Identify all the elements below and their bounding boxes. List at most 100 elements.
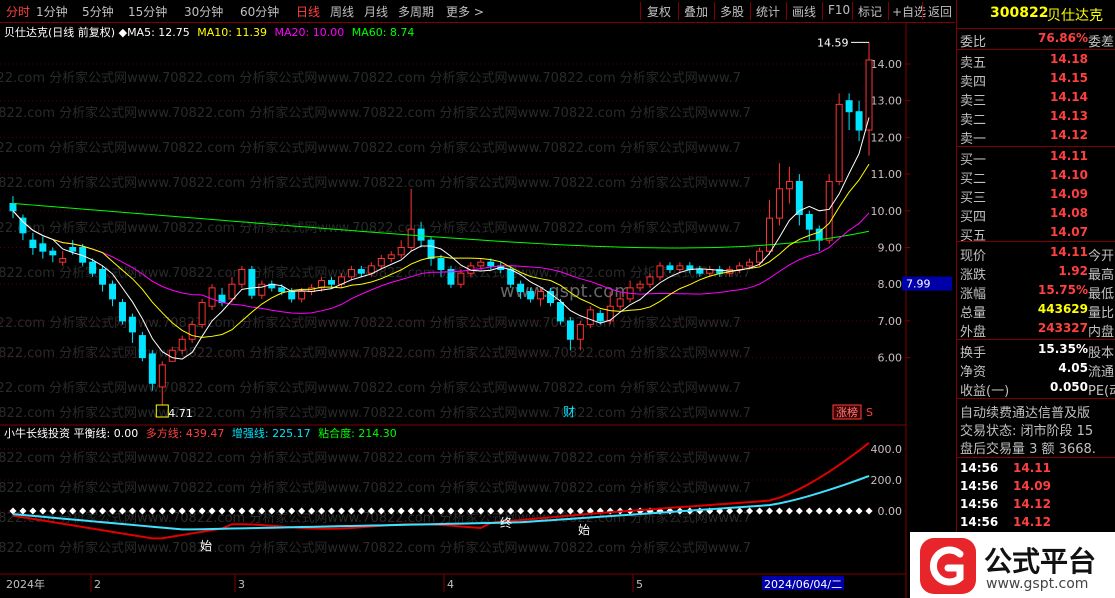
period-tab-daily[interactable]: 日线 — [296, 3, 320, 20]
period-tab-weekly[interactable]: 周线 — [330, 3, 354, 20]
indicator-name[interactable]: 小牛长线投资 — [4, 427, 70, 440]
auto-renew-text[interactable]: 自动续费通达信普及版 — [957, 401, 1115, 421]
candle-body — [457, 272, 465, 285]
period-tab-15min[interactable]: 15分钟 — [128, 3, 167, 20]
ask-2-row: 卖二 14.13 — [957, 108, 1115, 128]
stick-degree-label: 粘合度: 214.30 — [318, 427, 397, 440]
period-tab-60min[interactable]: 60分钟 — [240, 3, 279, 20]
stat-0-value: 14.11 — [1050, 245, 1088, 259]
candle-body — [109, 283, 117, 300]
bid-3-value: 14.09 — [1050, 187, 1088, 201]
candle-body — [785, 180, 793, 190]
candle-body — [238, 269, 246, 285]
bid-4-label: 买四 — [960, 210, 987, 225]
candle-body — [248, 269, 256, 296]
ask-4-value: 14.15 — [1050, 71, 1088, 85]
bid-1-label: 买一 — [960, 153, 987, 168]
quote-panel: 300822 贝仕达克 委比 76.86% 委差 卖五 14.18 卖四 14.15 卖… — [956, 0, 1115, 598]
fuquan-button[interactable]: 复权 — [647, 3, 671, 20]
tick-row: 14:56 14.09 — [957, 478, 1115, 497]
candle-body — [765, 217, 773, 252]
period-tab-fenshi[interactable]: 分时 — [6, 3, 30, 20]
period-tab-30min[interactable]: 30分钟 — [184, 3, 223, 20]
candle-body — [556, 302, 564, 322]
stat2-0-label: 换手 — [960, 346, 987, 361]
tick-time: 14:56 — [960, 461, 999, 475]
period-tab-5min[interactable]: 5分钟 — [82, 3, 114, 20]
candle-body — [178, 338, 186, 351]
candle-body — [89, 261, 97, 274]
bid-2-value: 14.10 — [1050, 168, 1088, 182]
tick-price: 14.12 — [1013, 497, 1051, 511]
candle-body — [616, 298, 624, 307]
ma10-label: MA10: 11.39 — [197, 26, 267, 39]
stat2-1-label: 净资 — [960, 365, 987, 380]
weibi-label: 委比 — [960, 35, 987, 50]
date-tick-label: 2024/06/04/二 — [764, 578, 842, 591]
mark-button[interactable]: 标记 — [858, 3, 882, 20]
candle-body — [298, 291, 306, 300]
stat-3-value: 443629 — [1037, 302, 1088, 316]
candle-body — [756, 250, 764, 263]
candle-body — [39, 243, 47, 252]
candle-body — [9, 202, 17, 212]
stat2-2-row: 收益(一) 0.050PE(动 — [957, 379, 1115, 399]
stat-0-ext-label: 今开 — [1088, 249, 1115, 264]
f10-button[interactable]: F10 — [828, 3, 850, 17]
price-tick-label: 6.00 — [878, 352, 903, 365]
stat-3-label: 总量 — [960, 306, 987, 321]
overlay-button[interactable]: 叠加 — [684, 3, 708, 20]
candle-body — [736, 265, 744, 271]
stat-1-value: 1.92 — [1058, 264, 1088, 278]
candle-body — [148, 353, 156, 384]
end-label: 终 — [500, 515, 512, 530]
candle-body — [188, 324, 196, 340]
watermark-text: 0822.com 分析家公式网www.70822.com 分析家公式网www.7… — [0, 220, 741, 236]
candle-body — [527, 291, 535, 300]
ask-5-label: 卖五 — [960, 56, 987, 71]
stock-name-label: 贝仕达克 — [4, 26, 48, 39]
kline-chart[interactable]: 14.00 13.00 12.00 11.00 10.00 9.00 8.00 7.00 6.0… — [0, 22, 956, 598]
period-tab-1min[interactable]: 1分钟 — [36, 3, 68, 20]
start-label: 始 — [578, 523, 590, 537]
candle-body — [59, 258, 67, 263]
candle-body — [696, 269, 704, 274]
candle-body — [596, 313, 604, 322]
candle-body — [258, 283, 266, 296]
watermark-text: 0822.com 分析家公式网www.70822.com 分析家公式网www.7… — [0, 175, 751, 191]
balance-dot — [775, 507, 783, 515]
candle-body — [347, 269, 355, 278]
tick-row: 14:56 14.12 — [957, 496, 1115, 515]
candle-body — [138, 335, 146, 359]
more-periods-button[interactable]: 更多 > — [446, 3, 484, 20]
ask-3-row: 卖三 14.14 — [957, 89, 1115, 109]
period-tab-multi[interactable]: 多周期 — [398, 3, 434, 20]
candle-body — [328, 280, 335, 285]
price-tick-label: 10.00 — [871, 205, 903, 218]
ma60-label: MA60: 8.74 — [351, 26, 415, 39]
period-tab-monthly[interactable]: 月线 — [364, 3, 388, 20]
candle-body — [19, 217, 27, 234]
balance-dot — [765, 507, 774, 515]
statistics-button[interactable]: 统计 — [756, 3, 780, 20]
indicator-tick-label: 0.00 — [878, 505, 903, 518]
candle-body — [437, 258, 445, 271]
tick-row: 14:56 14.12 — [957, 514, 1115, 533]
ask-4-row: 卖四 14.15 — [957, 70, 1115, 90]
back-button[interactable]: 返回 — [928, 3, 952, 20]
candle-body — [228, 283, 236, 300]
finance-marker: 财 — [563, 405, 575, 419]
stat-2-value: 15.75% — [1038, 283, 1088, 297]
candle-body — [397, 247, 405, 256]
bid-2-label: 买二 — [960, 172, 987, 187]
candle-body — [865, 59, 873, 131]
add-favorite-button[interactable]: +自选 — [892, 3, 926, 20]
start-label: 始 — [200, 539, 212, 553]
watermark-text: 0822.com 分析家公式网www.70822.com 分析家公式网www.7… — [0, 140, 741, 156]
candle-body — [566, 320, 574, 340]
price-tick-label: 12.00 — [871, 131, 903, 144]
draw-line-button[interactable]: 画线 — [792, 3, 816, 20]
weibi-row: 委比 76.86% 委差 — [957, 30, 1115, 50]
stat2-1-value: 4.05 — [1058, 361, 1088, 375]
multi-stock-button[interactable]: 多股 — [720, 3, 744, 20]
